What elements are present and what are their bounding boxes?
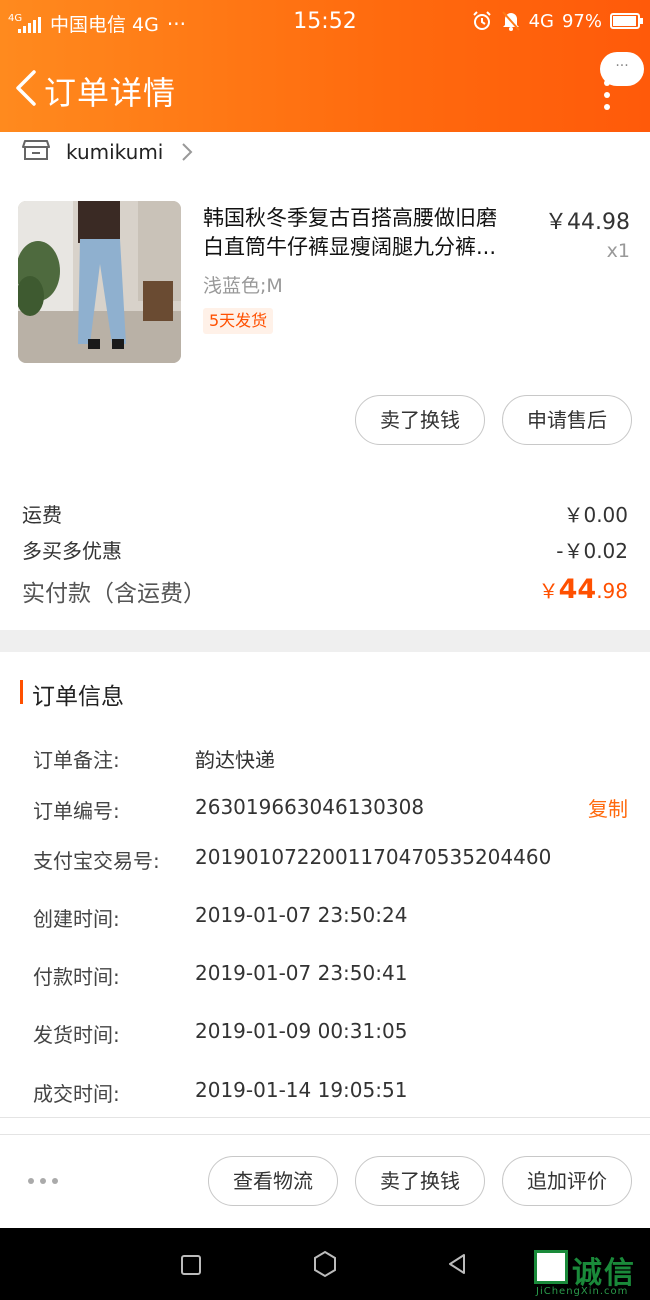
- discount-value: -￥0.02: [556, 539, 628, 563]
- product-quantity: x1: [606, 240, 630, 262]
- product-title-line1: 韩国秋冬季复古百搭高腰做旧磨: [203, 206, 497, 230]
- product-price: ￥44.98: [545, 210, 630, 235]
- nav-bar: 订单详情 ···: [0, 46, 650, 132]
- back-nav-icon[interactable]: [446, 1252, 468, 1276]
- mute-bell-icon: [501, 11, 520, 31]
- shipping-fee-value: ￥0.00: [563, 503, 628, 527]
- product-title[interactable]: 韩国秋冬季复古百搭高腰做旧磨 白直筒牛仔裤显瘦阔腿九分裤...: [203, 204, 533, 262]
- header: 4G 中国电信 4G ··· 15:52 4G 97% 订单详情 ···: [0, 0, 650, 132]
- paid-amount-label: 实付款（含运费）: [22, 581, 206, 607]
- home-icon[interactable]: [312, 1250, 338, 1278]
- discount-row: 多买多优惠 -￥0.02: [22, 535, 628, 564]
- closed-time-label: 成交时间:: [33, 1082, 120, 1106]
- watermark-emblem: [534, 1250, 568, 1284]
- order-number-value: 263019663046130308: [195, 795, 425, 819]
- watermark-subtext: JiChengXin.com: [536, 1286, 629, 1297]
- remark-value: 韵达快递: [195, 748, 275, 772]
- product-title-line2: 白直筒牛仔裤显瘦阔腿九分裤...: [203, 235, 497, 259]
- discount-label: 多买多优惠: [22, 539, 122, 563]
- paid-time-value: 2019-01-07 23:50:41: [195, 961, 408, 985]
- created-time-label: 创建时间:: [33, 907, 120, 931]
- shop-name: kumikumi: [66, 140, 164, 164]
- shipped-time-label: 发货时间:: [33, 1023, 120, 1047]
- section-gap: [0, 630, 650, 652]
- network-label: 4G: [528, 10, 554, 32]
- recent-apps-icon[interactable]: [180, 1254, 202, 1276]
- action-bar-divider: [0, 1134, 650, 1135]
- shipping-fee-row: 运费 ￥0.00: [22, 499, 628, 528]
- product-image[interactable]: [18, 201, 181, 363]
- ship-time-badge: 5天发货: [203, 308, 274, 334]
- view-logistics-button[interactable]: 查看物流: [208, 1156, 338, 1206]
- sell-for-cash-button[interactable]: 卖了换钱: [355, 395, 485, 445]
- paid-time-label: 付款时间:: [33, 965, 120, 989]
- shop-icon: [22, 140, 50, 160]
- back-arrow-icon[interactable]: [12, 68, 40, 108]
- paid-amount: ￥44.98: [539, 574, 628, 605]
- alipay-label: 支付宝交易号:: [33, 849, 160, 873]
- chevron-right-icon: [182, 143, 193, 161]
- order-number-label: 订单编号:: [33, 799, 120, 823]
- alarm-icon: [472, 11, 491, 30]
- shipped-time-value: 2019-01-09 00:31:05: [195, 1019, 408, 1043]
- remark-label: 订单备注:: [33, 748, 120, 772]
- closed-time-value: 2019-01-14 19:05:51: [195, 1078, 408, 1102]
- paid-amount-integer: 44: [558, 574, 597, 605]
- shipping-fee-label: 运费: [22, 503, 62, 527]
- created-time-value: 2019-01-07 23:50:24: [195, 903, 408, 927]
- shop-row[interactable]: kumikumi: [0, 132, 650, 172]
- alipay-value: 2019010722001170470535204460: [195, 845, 552, 869]
- more-vertical-icon[interactable]: [602, 80, 612, 120]
- watermark-logo: 诚信 JiChengXin.com: [534, 1248, 650, 1300]
- add-review-button[interactable]: 追加评价: [502, 1156, 632, 1206]
- product-sku: 浅蓝色;M: [203, 275, 283, 297]
- paid-amount-decimal: .98: [596, 579, 628, 603]
- sell-for-cash-bottom-button[interactable]: 卖了换钱: [355, 1156, 485, 1206]
- more-horizontal-icon[interactable]: [28, 1178, 58, 1184]
- status-right: 4G 97%: [471, 10, 643, 32]
- battery-percent: 97%: [561, 10, 602, 32]
- section-accent-bar: [20, 680, 23, 704]
- battery-icon: [610, 13, 643, 29]
- divider: [0, 1117, 650, 1118]
- status-bar: 4G 中国电信 4G ··· 15:52 4G 97%: [0, 0, 650, 46]
- copy-order-number-button[interactable]: 复制: [588, 793, 628, 822]
- paid-currency-symbol: ￥: [538, 579, 559, 603]
- order-info-title: 订单信息: [32, 684, 124, 710]
- after-sale-button[interactable]: 申请售后: [502, 395, 632, 445]
- page-title: 订单详情: [44, 74, 177, 112]
